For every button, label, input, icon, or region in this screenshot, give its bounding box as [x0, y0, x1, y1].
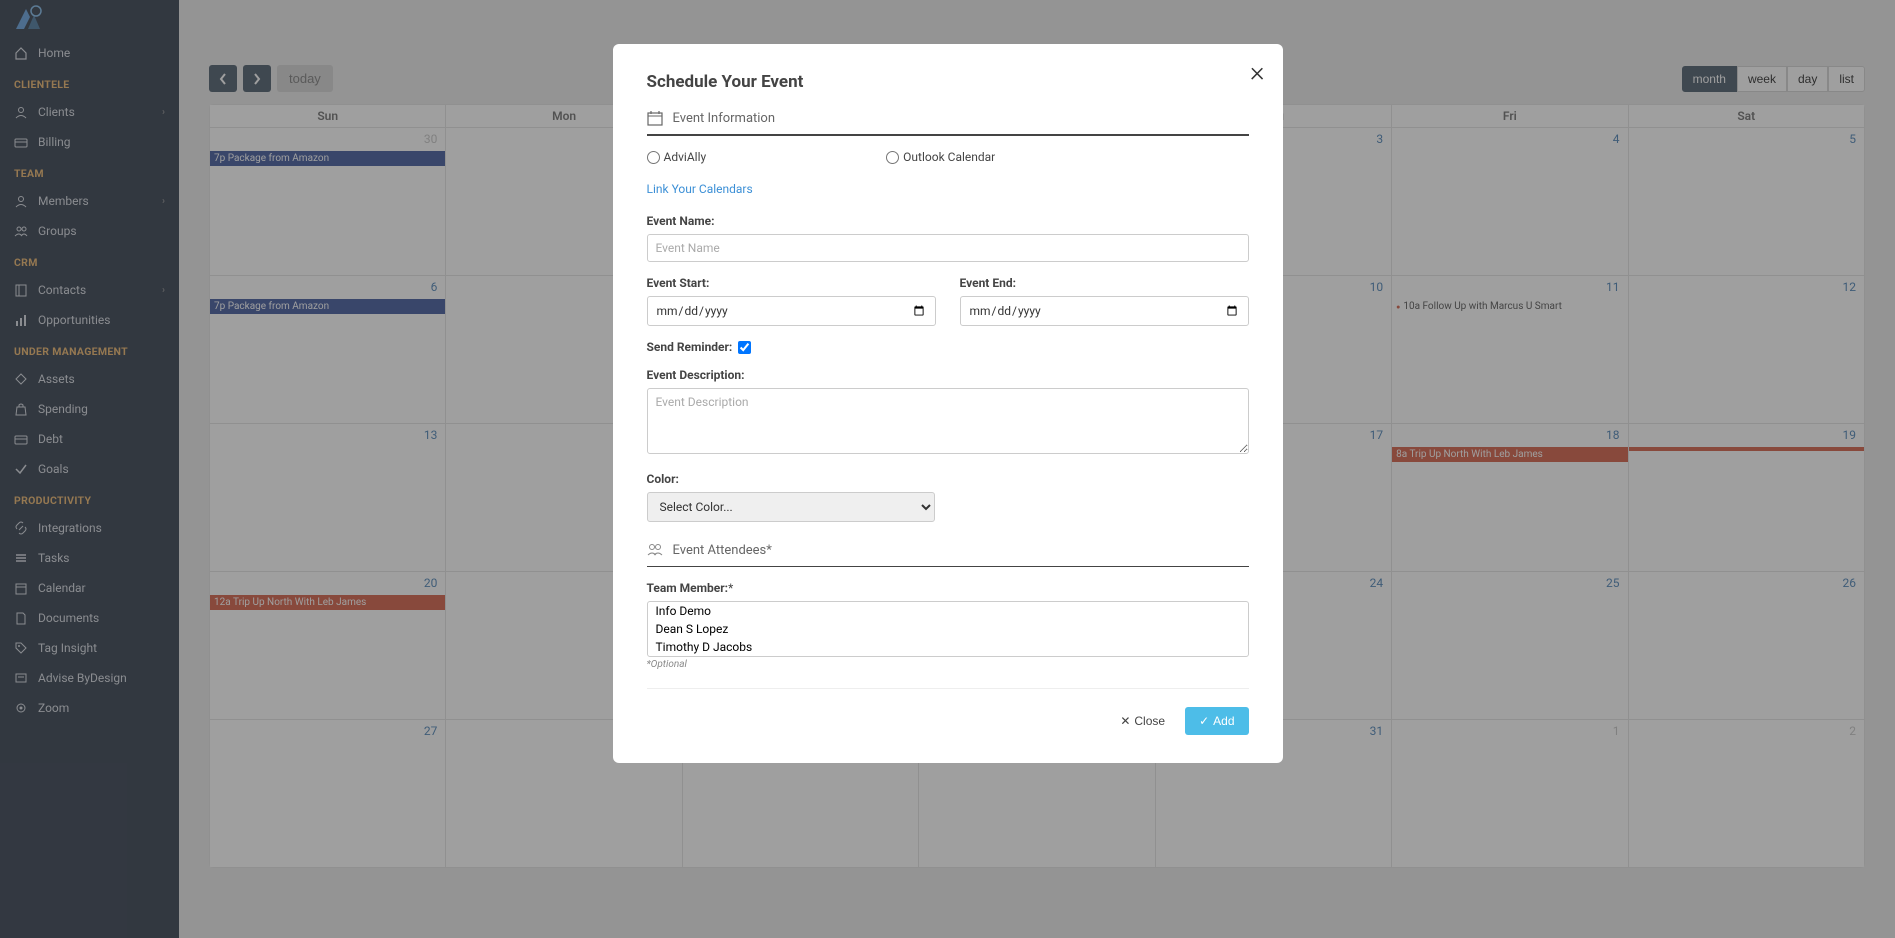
color-select[interactable]: Select Color... [647, 492, 936, 522]
add-button-label: Add [1213, 714, 1234, 728]
close-icon[interactable]: × [1250, 58, 1265, 86]
send-reminder-label: Send Reminder: [647, 340, 733, 354]
radio-adviAlly-label: AdviAlly [664, 150, 707, 164]
modal-overlay: × Schedule Your Event Event Information … [0, 0, 1895, 938]
add-button[interactable]: ✓ Add [1185, 707, 1248, 735]
link-calendars[interactable]: Link Your Calendars [647, 182, 753, 196]
team-member-option[interactable]: Info Demo [648, 602, 1248, 620]
schedule-event-modal: × Schedule Your Event Event Information … [613, 44, 1283, 763]
event-end-input[interactable] [960, 296, 1249, 326]
radio-outlook-label: Outlook Calendar [903, 150, 995, 164]
team-member-option[interactable]: Dean S Lopez [648, 620, 1248, 638]
close-button[interactable]: ✕ Close [1110, 707, 1175, 735]
team-member-option[interactable]: Timothy D Jacobs [648, 638, 1248, 656]
event-name-input[interactable] [647, 234, 1249, 262]
event-info-section-header: Event Information [647, 110, 1249, 136]
radio-outlook[interactable]: Outlook Calendar [886, 150, 995, 164]
event-desc-input[interactable] [647, 388, 1249, 454]
check-icon: ✓ [1199, 714, 1209, 728]
x-icon: ✕ [1120, 714, 1130, 728]
event-start-label: Event Start: [647, 276, 936, 290]
optional-text: *Optional [647, 659, 1249, 670]
team-member-option[interactable]: Victor J Yee [648, 656, 1248, 657]
event-name-label: Event Name: [647, 214, 1249, 228]
event-desc-label: Event Description: [647, 368, 1249, 382]
event-end-label: Event End: [960, 276, 1249, 290]
send-reminder-checkbox[interactable] [738, 341, 751, 354]
color-label: Color: [647, 472, 936, 486]
attendees-section-header: Event Attendees* [647, 542, 1249, 567]
team-member-label: Team Member:* [647, 581, 1249, 595]
radio-outlook-input[interactable] [886, 151, 899, 164]
radio-adviAlly[interactable]: AdviAlly [647, 150, 707, 164]
event-start-input[interactable] [647, 296, 936, 326]
close-button-label: Close [1134, 714, 1165, 728]
section-title: Event Information [673, 111, 776, 126]
calendar-icon [647, 110, 663, 126]
team-member-select[interactable]: Info DemoDean S LopezTimothy D JacobsVic… [647, 601, 1249, 657]
modal-title: Schedule Your Event [647, 72, 1249, 92]
users-icon [647, 542, 663, 558]
section-title: Event Attendees* [673, 543, 772, 558]
radio-adviAlly-input[interactable] [647, 151, 660, 164]
